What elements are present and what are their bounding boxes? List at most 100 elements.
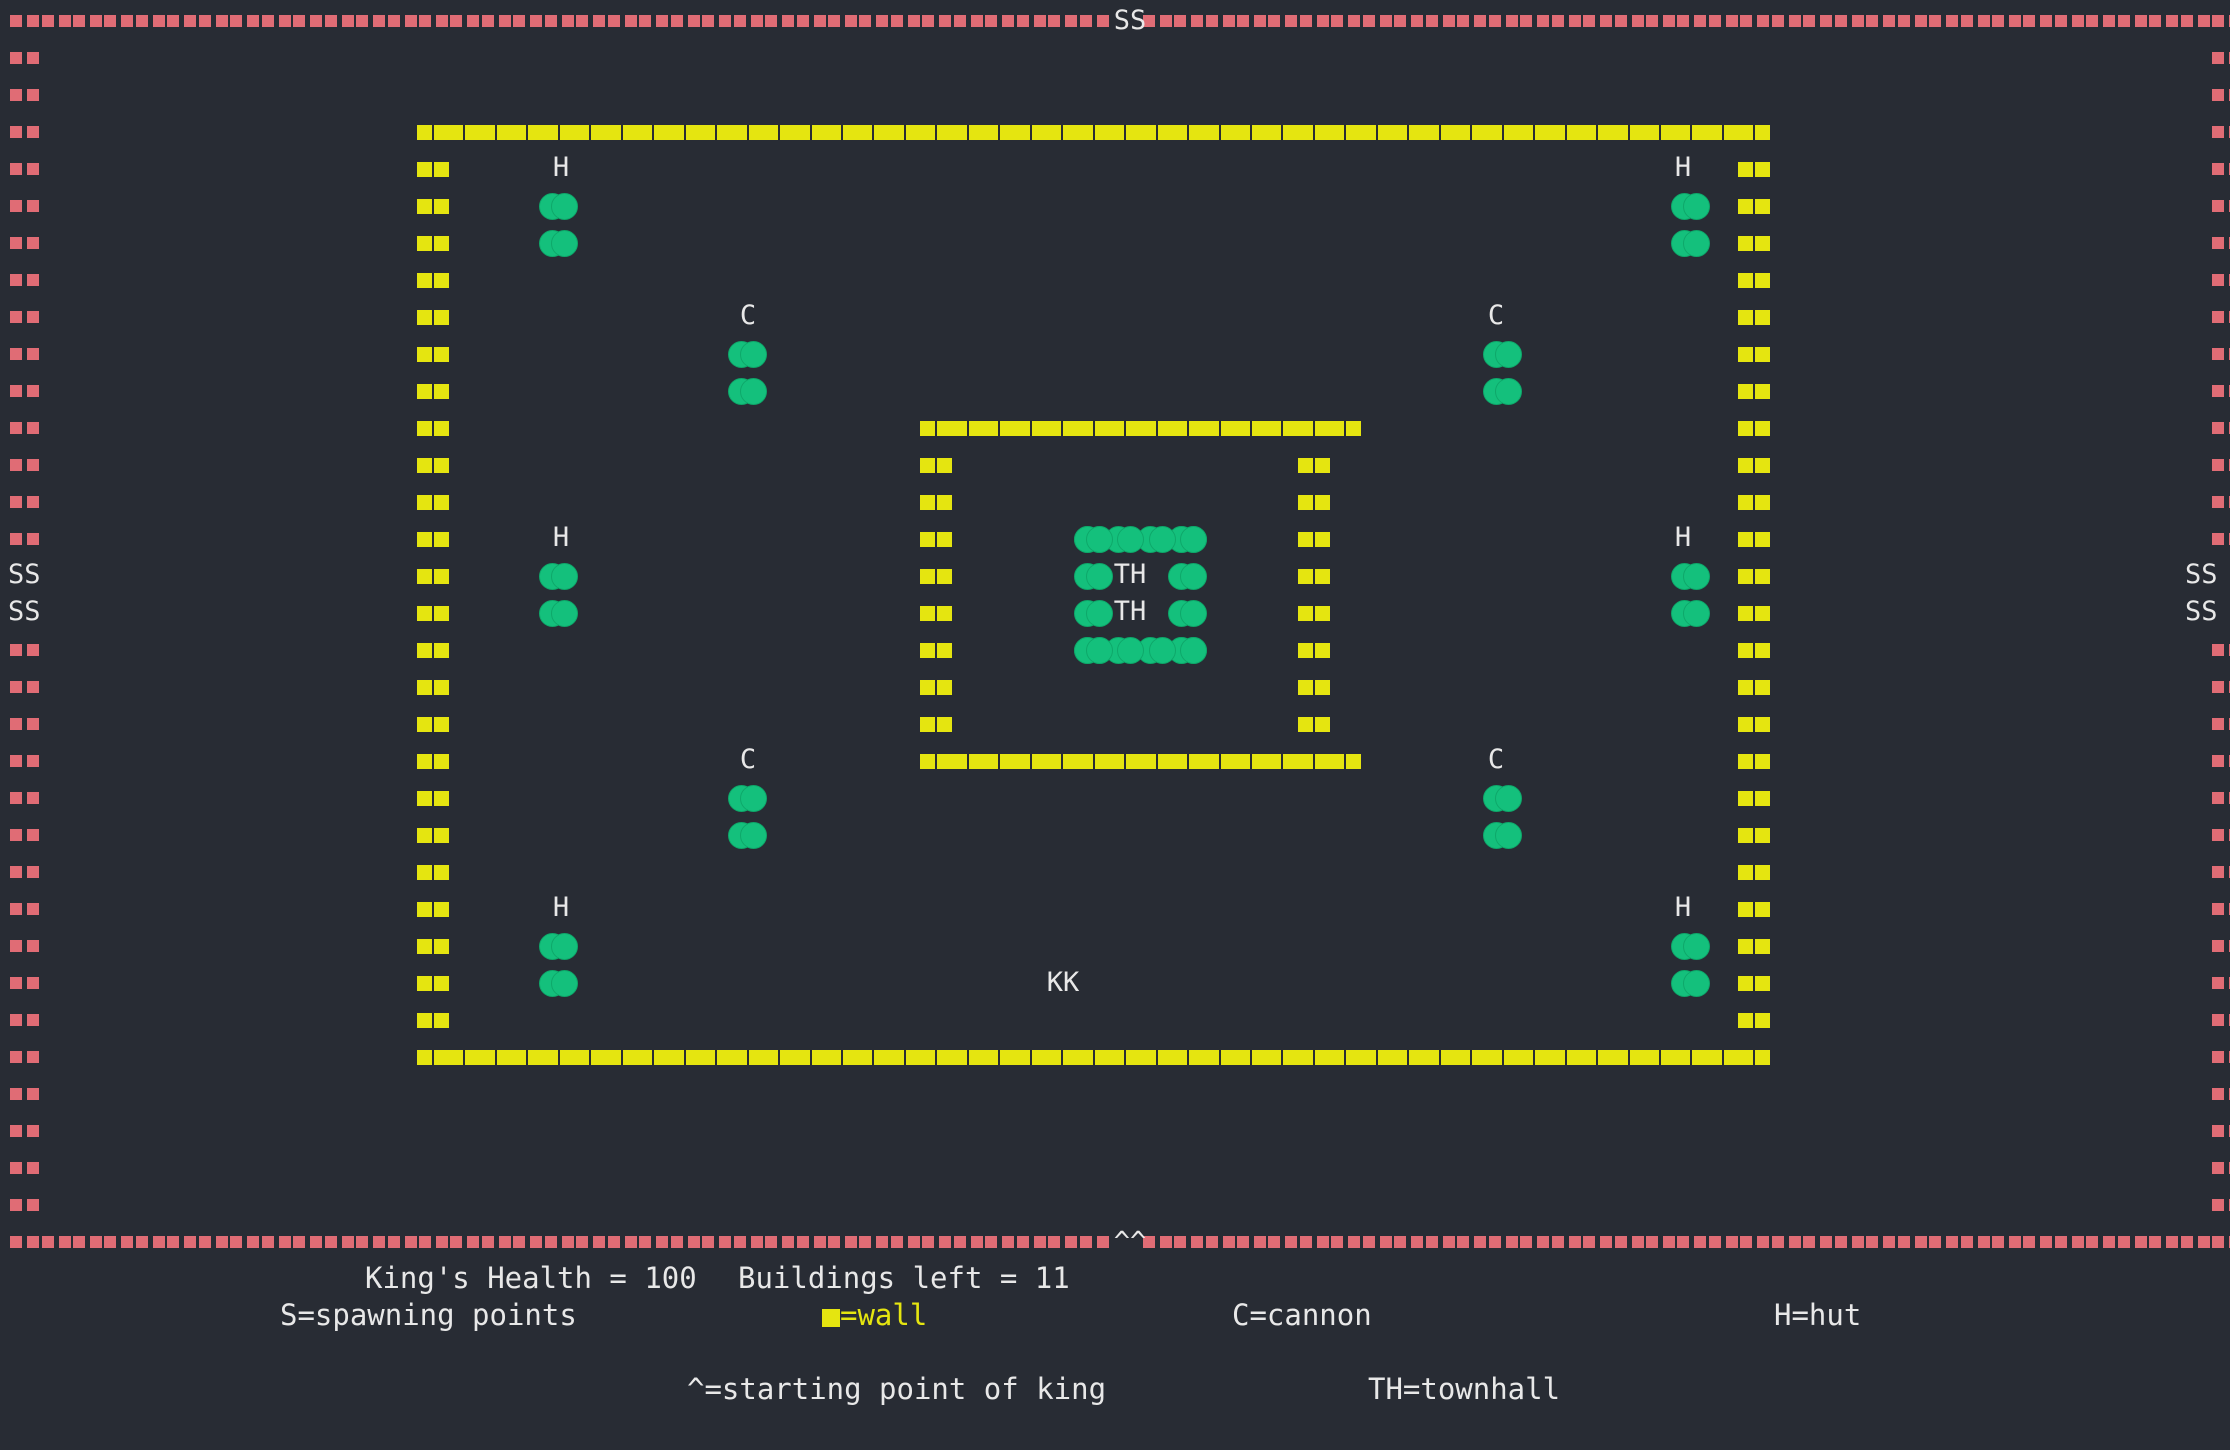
hut-block bbox=[538, 595, 578, 631]
wall-tile bbox=[1297, 447, 1332, 483]
legend-hut: H=hut bbox=[1774, 1298, 1862, 1332]
wall-tile bbox=[511, 1039, 545, 1075]
wall-tile bbox=[605, 1039, 640, 1075]
wall-tile bbox=[1077, 743, 1112, 779]
wall-tile bbox=[417, 1039, 451, 1075]
wall-tile bbox=[417, 854, 451, 890]
wall-tile bbox=[920, 632, 954, 668]
border-tile bbox=[2021, 1224, 2055, 1260]
border-tile bbox=[8, 669, 42, 705]
wall-tile bbox=[417, 706, 451, 742]
border-tile bbox=[448, 1224, 482, 1260]
wall-tile bbox=[920, 706, 954, 742]
border-tile bbox=[8, 3, 42, 39]
border-tile bbox=[2147, 3, 2181, 39]
border-tile bbox=[8, 447, 42, 483]
border-tile bbox=[40, 3, 74, 39]
wall-tile bbox=[1738, 521, 1772, 557]
border-tile bbox=[1298, 1224, 1332, 1260]
border-tile bbox=[1392, 3, 1426, 39]
border-tile bbox=[1015, 3, 1049, 39]
wall-tile bbox=[763, 114, 797, 150]
border-tile bbox=[1707, 1224, 1741, 1260]
wall-tile bbox=[1486, 114, 1521, 150]
border-tile bbox=[1738, 3, 1772, 39]
cannon-block bbox=[727, 817, 767, 853]
wall-tile bbox=[1297, 706, 1332, 742]
border-tile bbox=[920, 3, 954, 39]
wall-tile bbox=[1738, 484, 1772, 520]
wall-tile bbox=[1738, 817, 1772, 853]
legend-townhall: TH=townhall bbox=[1368, 1372, 1561, 1406]
wall-tile bbox=[1455, 1039, 1489, 1075]
wall-tile bbox=[1077, 410, 1112, 446]
wall-tile bbox=[1297, 558, 1332, 594]
hut-block bbox=[1671, 965, 1711, 1001]
border-tile bbox=[857, 1224, 891, 1260]
wall-tile bbox=[857, 114, 891, 150]
wall-tile bbox=[1077, 1039, 1112, 1075]
border-tile bbox=[543, 1224, 577, 1260]
hut-label-mid-left: H bbox=[552, 522, 570, 553]
wall-tile bbox=[1738, 262, 1772, 298]
wall-tile bbox=[417, 1002, 451, 1038]
border-tile bbox=[1864, 1224, 1898, 1260]
border-tile bbox=[8, 1150, 42, 1186]
border-tile bbox=[2210, 521, 2230, 557]
wall-tile bbox=[920, 595, 954, 631]
border-tile bbox=[8, 1039, 42, 1075]
wall-tile bbox=[1738, 632, 1772, 668]
wall-tile bbox=[1738, 780, 1772, 816]
wall-tile bbox=[1266, 1039, 1300, 1075]
border-tile bbox=[2147, 1224, 2181, 1260]
wall-tile bbox=[794, 114, 829, 150]
townhall-block bbox=[1136, 521, 1176, 557]
wall-tile bbox=[668, 1039, 703, 1075]
wall-tile bbox=[1297, 114, 1332, 150]
border-tile bbox=[8, 1187, 42, 1223]
wall-tile bbox=[1140, 114, 1175, 150]
townhall-block bbox=[1168, 595, 1207, 631]
border-tile bbox=[2210, 1224, 2230, 1260]
border-tile bbox=[1644, 3, 1678, 39]
border-tile bbox=[8, 706, 42, 742]
border-tile bbox=[2084, 1224, 2118, 1260]
hut-block bbox=[538, 558, 578, 594]
wall-tile bbox=[1234, 1039, 1269, 1075]
wall-tile bbox=[1109, 1039, 1143, 1075]
wall-tile bbox=[1297, 595, 1332, 631]
border-tile bbox=[8, 817, 42, 853]
border-tile bbox=[983, 3, 1017, 39]
wall-tile bbox=[1581, 1039, 1615, 1075]
wall-tile bbox=[1549, 114, 1584, 150]
border-tile bbox=[1833, 1224, 1867, 1260]
wall-tile bbox=[951, 114, 986, 150]
wall-tile bbox=[448, 1039, 482, 1075]
border-tile bbox=[1927, 3, 1961, 39]
border-tile bbox=[2210, 1002, 2230, 1038]
border-tile bbox=[2053, 3, 2087, 39]
wall-tile bbox=[1140, 1039, 1175, 1075]
border-tile bbox=[1833, 3, 1867, 39]
border-tile bbox=[2210, 410, 2230, 446]
wall-tile bbox=[1140, 410, 1175, 446]
wall-tile bbox=[1643, 114, 1678, 150]
border-tile bbox=[165, 3, 199, 39]
border-tile bbox=[134, 1224, 168, 1260]
wall-tile bbox=[417, 336, 451, 372]
border-tile bbox=[889, 3, 923, 39]
wall-tile bbox=[1046, 1039, 1080, 1075]
wall-tile bbox=[417, 780, 451, 816]
border-tile bbox=[1266, 1224, 1300, 1260]
border-tile bbox=[1455, 3, 1489, 39]
border-tile bbox=[2210, 151, 2230, 187]
wall-tile bbox=[1675, 114, 1709, 150]
wall-tile bbox=[700, 1039, 734, 1075]
border-tile bbox=[606, 3, 640, 39]
wall-tile bbox=[763, 1039, 797, 1075]
wall-tile bbox=[417, 595, 451, 631]
cannon-label-lower-right: C bbox=[1487, 744, 1505, 775]
wall-tile bbox=[637, 1039, 671, 1075]
wall-swatch-icon bbox=[822, 1309, 840, 1327]
legend-king-start: ^=starting point of king bbox=[687, 1372, 1107, 1406]
